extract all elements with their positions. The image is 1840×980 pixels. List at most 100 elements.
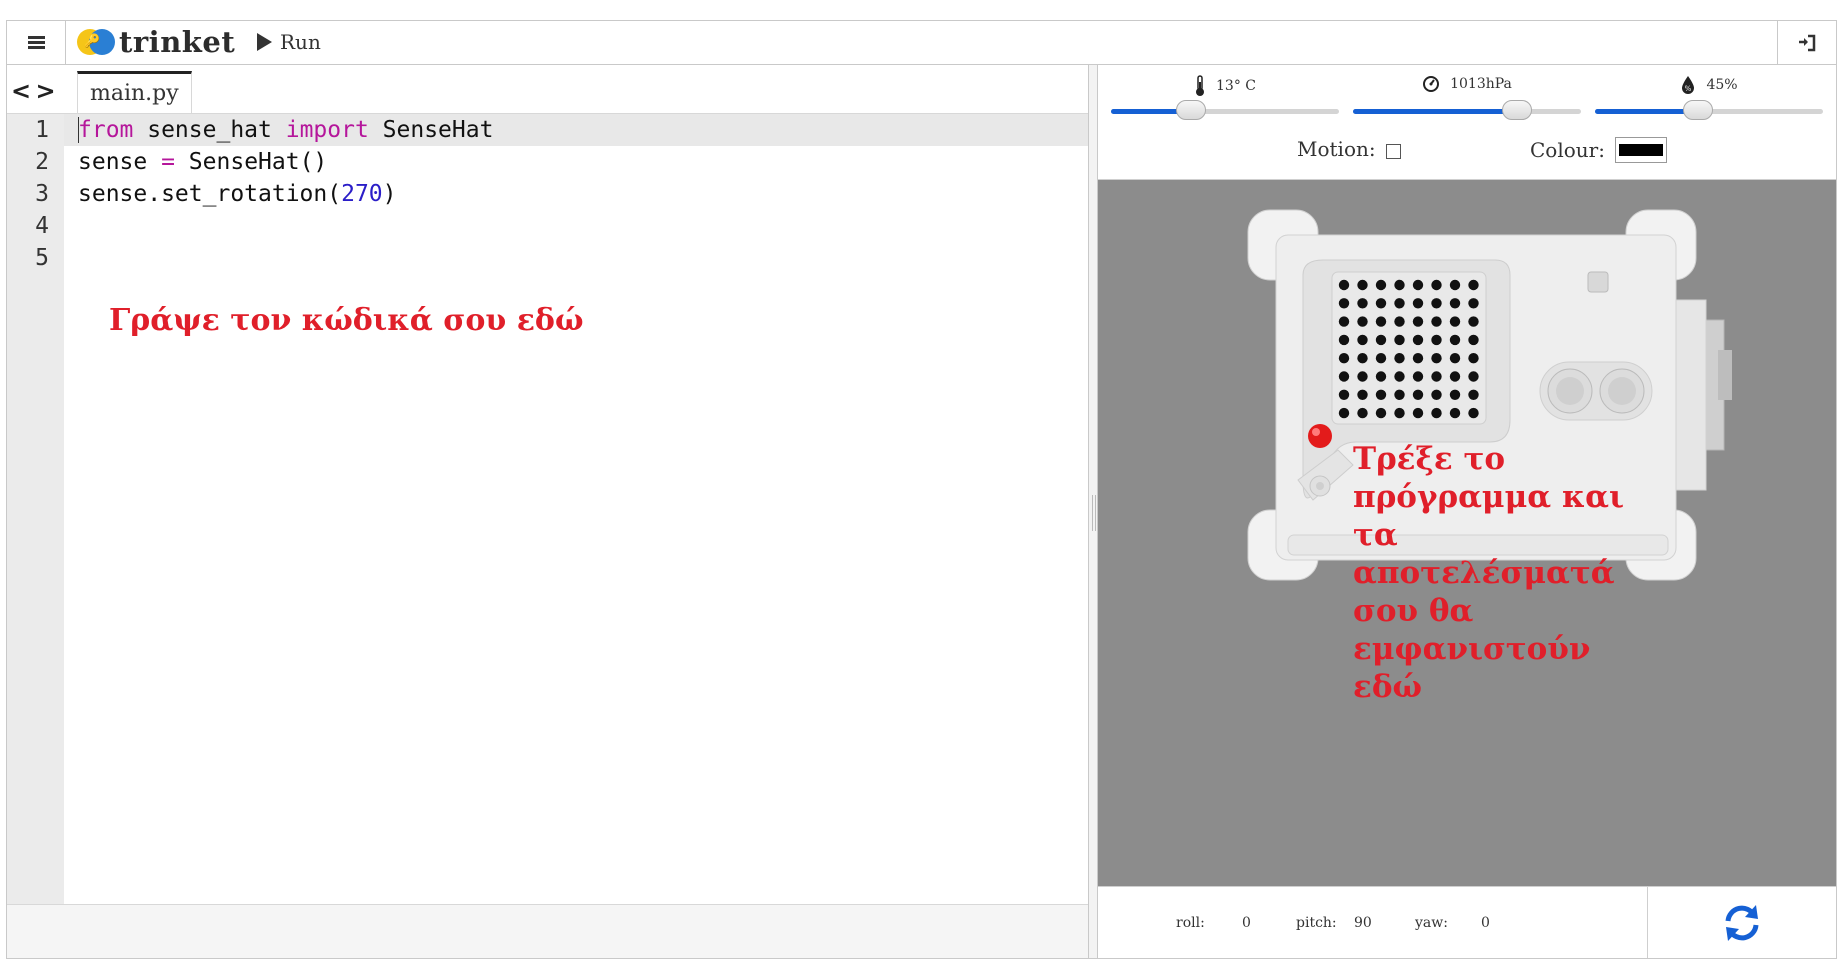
pitch-label: pitch: [1296, 915, 1337, 931]
led-pixel [1449, 371, 1461, 382]
humidity-track[interactable] [1595, 100, 1823, 120]
led-pixel [1431, 279, 1442, 291]
led-pixel [1412, 389, 1424, 400]
led-pixel [1357, 298, 1368, 309]
led-pixel [1338, 407, 1350, 419]
motion-label: Motion: [1297, 137, 1376, 161]
led-pixel [1431, 407, 1442, 419]
led-pixel [1449, 279, 1461, 291]
led-pixel [1338, 353, 1350, 364]
line-number: 4 [35, 213, 49, 239]
led-pixel [1338, 334, 1350, 346]
colour-option: Colour: [1530, 137, 1667, 163]
led-pixel [1394, 298, 1405, 309]
hamburger-menu-icon[interactable] [7, 21, 66, 64]
temperature-track[interactable] [1111, 100, 1339, 120]
temperature-value: 13° C [1216, 78, 1256, 94]
line-number-gutter: 1 2 3 4 5 [7, 114, 64, 904]
brand-name: trinket [119, 25, 236, 59]
editor-hint-text: Γράψε τον κώδικά σου εδώ [109, 303, 584, 338]
run-button[interactable]: Run [257, 27, 321, 57]
pressure-track[interactable] [1353, 100, 1581, 120]
led-pixel [1338, 298, 1350, 309]
sign-in-icon [1799, 34, 1816, 51]
tab-main-py[interactable]: main.py [77, 71, 192, 113]
line-number: 5 [35, 245, 49, 271]
led-pixel [1394, 353, 1405, 364]
file-tab-bar: < > main.py [7, 65, 1088, 114]
humidity-slider[interactable]: % 45% [1595, 65, 1823, 125]
pitch-value: 90 [1354, 915, 1372, 931]
led-pixel [1357, 316, 1368, 327]
led-pixel [1394, 334, 1405, 346]
code-editor-pane: < > main.py 1 2 3 4 5 from sense_hat imp… [7, 65, 1088, 958]
editor-footer [7, 904, 1088, 958]
led-pixel [1394, 407, 1405, 419]
line-number: 1 [35, 117, 49, 143]
led-pixel [1431, 316, 1442, 327]
led-pixel [1338, 371, 1350, 382]
motion-checkbox[interactable] [1385, 143, 1401, 159]
led-pixel [1357, 353, 1368, 364]
svg-text:%: % [1685, 85, 1692, 93]
led-pixel [1449, 316, 1461, 327]
sign-in-button[interactable] [1777, 21, 1836, 64]
led-pixel [1338, 316, 1350, 327]
led-pixel [1375, 389, 1387, 400]
led-pixel [1431, 334, 1442, 346]
roll-value: 0 [1242, 915, 1251, 931]
led-pixel [1357, 389, 1368, 400]
led-pixel [1468, 407, 1479, 419]
led-pixel [1412, 353, 1424, 364]
code-line-2[interactable]: sense = SenseHat() [78, 146, 327, 178]
led-pixel [1431, 353, 1442, 364]
yaw-label: yaw: [1415, 915, 1448, 931]
yaw-value: 0 [1481, 915, 1490, 931]
led-pixel [1357, 407, 1368, 419]
file-tab-label: main.py [90, 81, 179, 106]
play-icon [257, 33, 272, 51]
code-arrows-icon[interactable]: < > [11, 77, 56, 105]
led-pixel [1357, 334, 1368, 346]
motion-option: Motion: [1297, 137, 1401, 161]
code-text-area[interactable]: from sense_hat import SenseHat sense = S… [64, 114, 1088, 904]
temperature-knob[interactable] [1175, 100, 1206, 120]
led-pixel [1375, 298, 1387, 309]
led-pixel [1449, 298, 1461, 309]
sense-hat-emulator: 13° C 1013hPa % 45% Motion: Colour: Τρέξ… [1098, 65, 1836, 958]
trinket-logo[interactable]: 🔑 trinket [77, 25, 235, 59]
pressure-slider[interactable]: 1013hPa [1353, 65, 1581, 125]
roll-label: roll: [1176, 915, 1205, 931]
pressure-knob[interactable] [1502, 100, 1533, 120]
led-pixel [1412, 371, 1424, 382]
humidity-drop-icon: % [1682, 76, 1695, 94]
led-pixel [1468, 316, 1479, 327]
led-pixel [1357, 279, 1368, 291]
led-pixel [1468, 334, 1479, 346]
led-pixel [1375, 316, 1387, 327]
sensor-controls: 13° C 1013hPa % 45% Motion: Colour: [1098, 65, 1836, 180]
led-pixel [1449, 407, 1461, 419]
led-pixel [1468, 353, 1479, 364]
reset-orientation-button[interactable] [1647, 887, 1836, 958]
led-pixel [1357, 371, 1368, 382]
line-number: 3 [35, 181, 49, 207]
code-line-3[interactable]: sense.set_rotation(270) [78, 178, 397, 210]
colour-picker[interactable] [1614, 137, 1667, 163]
humidity-knob[interactable] [1682, 100, 1713, 120]
pressure-fill [1353, 109, 1518, 114]
led-pixel [1394, 389, 1405, 400]
colour-swatch [1618, 144, 1663, 156]
led-pixel [1468, 389, 1479, 400]
colour-label: Colour: [1530, 138, 1605, 162]
led-pixel [1375, 353, 1387, 364]
led-pixel [1412, 316, 1424, 327]
led-pixel [1375, 334, 1387, 346]
led-pixel [1449, 389, 1461, 400]
code-line-1[interactable]: from sense_hat import SenseHat [78, 114, 493, 146]
temperature-slider[interactable]: 13° C [1111, 65, 1339, 125]
pane-splitter[interactable] [1088, 65, 1098, 958]
led-pixel [1431, 389, 1442, 400]
text-cursor [78, 117, 79, 143]
line-number: 2 [35, 149, 49, 175]
